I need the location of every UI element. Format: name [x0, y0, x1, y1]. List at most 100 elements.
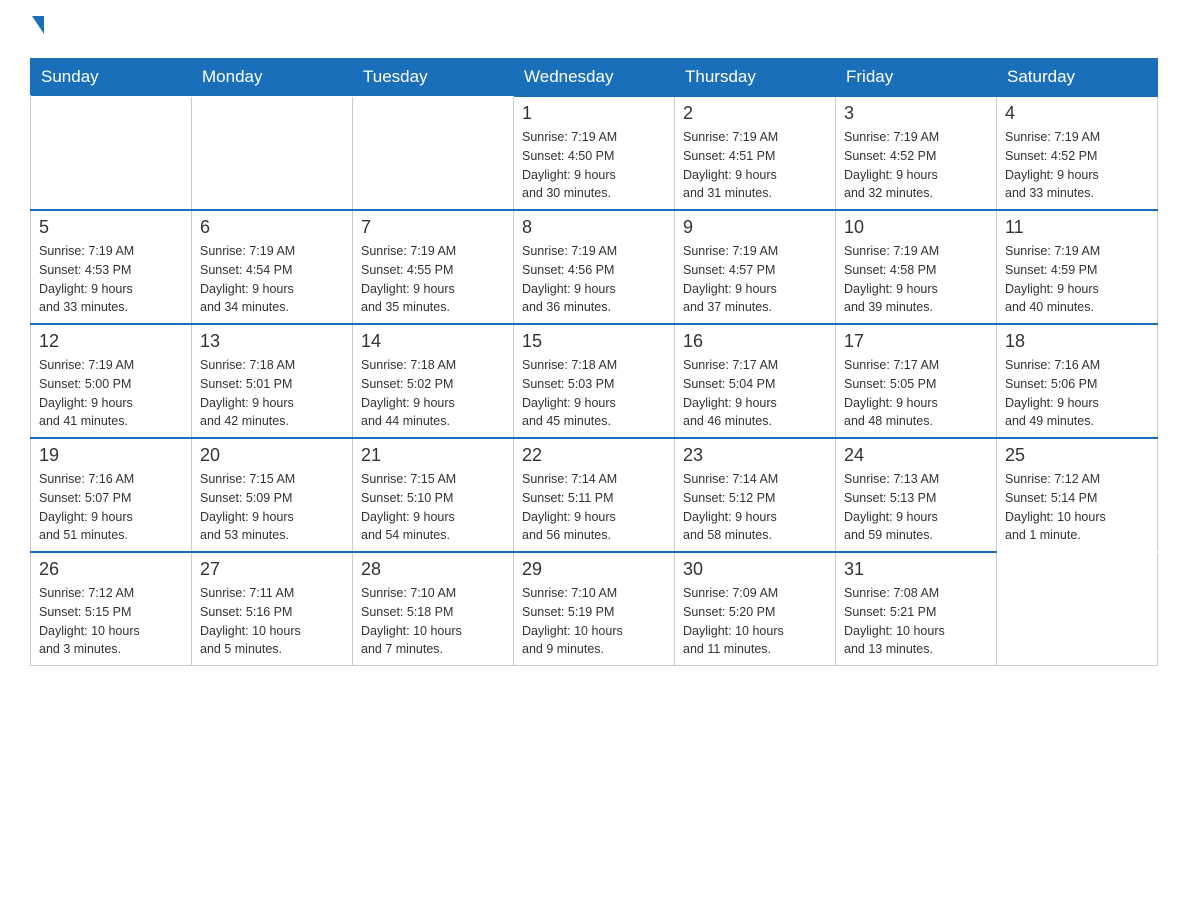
page-header [30, 20, 1158, 38]
day-number: 2 [683, 103, 827, 124]
day-info: Sunrise: 7:08 AMSunset: 5:21 PMDaylight:… [844, 584, 988, 659]
day-info: Sunrise: 7:11 AMSunset: 5:16 PMDaylight:… [200, 584, 344, 659]
day-number: 3 [844, 103, 988, 124]
day-info: Sunrise: 7:14 AMSunset: 5:11 PMDaylight:… [522, 470, 666, 545]
calendar-cell: 5 Sunrise: 7:19 AMSunset: 4:53 PMDaylight… [31, 210, 192, 324]
calendar-cell: 30 Sunrise: 7:09 AMSunset: 5:20 PMDayligh… [675, 552, 836, 666]
day-info: Sunrise: 7:19 AMSunset: 4:52 PMDaylight:… [844, 128, 988, 203]
day-number: 26 [39, 559, 183, 580]
calendar-cell: 15 Sunrise: 7:18 AMSunset: 5:03 PMDayligh… [514, 324, 675, 438]
day-number: 15 [522, 331, 666, 352]
day-info: Sunrise: 7:10 AMSunset: 5:19 PMDaylight:… [522, 584, 666, 659]
day-number: 4 [1005, 103, 1149, 124]
logo [30, 20, 44, 38]
day-of-week-header: Thursday [675, 59, 836, 97]
calendar-cell: 13 Sunrise: 7:18 AMSunset: 5:01 PMDayligh… [192, 324, 353, 438]
calendar-week-row: 26 Sunrise: 7:12 AMSunset: 5:15 PMDayligh… [31, 552, 1158, 666]
day-info: Sunrise: 7:13 AMSunset: 5:13 PMDaylight:… [844, 470, 988, 545]
day-info: Sunrise: 7:18 AMSunset: 5:01 PMDaylight:… [200, 356, 344, 431]
day-info: Sunrise: 7:19 AMSunset: 4:55 PMDaylight:… [361, 242, 505, 317]
day-number: 31 [844, 559, 988, 580]
day-number: 9 [683, 217, 827, 238]
calendar-cell: 9 Sunrise: 7:19 AMSunset: 4:57 PMDaylight… [675, 210, 836, 324]
logo-triangle-icon [32, 16, 44, 34]
calendar-cell: 16 Sunrise: 7:17 AMSunset: 5:04 PMDayligh… [675, 324, 836, 438]
day-number: 16 [683, 331, 827, 352]
day-info: Sunrise: 7:19 AMSunset: 4:58 PMDaylight:… [844, 242, 988, 317]
calendar-cell: 6 Sunrise: 7:19 AMSunset: 4:54 PMDaylight… [192, 210, 353, 324]
day-info: Sunrise: 7:12 AMSunset: 5:14 PMDaylight:… [1005, 470, 1149, 545]
calendar-cell: 28Sunrise: 7:10 AMSunset: 5:18 PMDayligh… [353, 552, 514, 666]
calendar-cell [31, 96, 192, 210]
day-info: Sunrise: 7:19 AMSunset: 4:59 PMDaylight:… [1005, 242, 1149, 317]
calendar-cell: 20 Sunrise: 7:15 AMSunset: 5:09 PMDayligh… [192, 438, 353, 552]
calendar-cell: 4 Sunrise: 7:19 AMSunset: 4:52 PMDaylight… [997, 96, 1158, 210]
day-info: Sunrise: 7:19 AMSunset: 4:53 PMDaylight:… [39, 242, 183, 317]
day-number: 24 [844, 445, 988, 466]
calendar-cell: 23Sunrise: 7:14 AMSunset: 5:12 PMDayligh… [675, 438, 836, 552]
day-info: Sunrise: 7:09 AMSunset: 5:20 PMDaylight:… [683, 584, 827, 659]
day-info: Sunrise: 7:15 AMSunset: 5:10 PMDaylight:… [361, 470, 505, 545]
calendar-cell: 11 Sunrise: 7:19 AMSunset: 4:59 PMDayligh… [997, 210, 1158, 324]
day-info: Sunrise: 7:19 AMSunset: 4:54 PMDaylight:… [200, 242, 344, 317]
day-info: Sunrise: 7:19 AMSunset: 5:00 PMDaylight:… [39, 356, 183, 431]
calendar-week-row: 5 Sunrise: 7:19 AMSunset: 4:53 PMDaylight… [31, 210, 1158, 324]
day-number: 10 [844, 217, 988, 238]
day-number: 27 [200, 559, 344, 580]
calendar-header: SundayMondayTuesdayWednesdayThursdayFrid… [31, 59, 1158, 97]
day-number: 1 [522, 103, 666, 124]
calendar-cell: 27 Sunrise: 7:11 AMSunset: 5:16 PMDayligh… [192, 552, 353, 666]
calendar-cell: 31 Sunrise: 7:08 AMSunset: 5:21 PMDayligh… [836, 552, 997, 666]
calendar-cell: 8 Sunrise: 7:19 AMSunset: 4:56 PMDaylight… [514, 210, 675, 324]
calendar-cell: 21 Sunrise: 7:15 AMSunset: 5:10 PMDayligh… [353, 438, 514, 552]
calendar-cell: 1Sunrise: 7:19 AMSunset: 4:50 PMDaylight… [514, 96, 675, 210]
day-info: Sunrise: 7:15 AMSunset: 5:09 PMDaylight:… [200, 470, 344, 545]
calendar-cell: 18 Sunrise: 7:16 AMSunset: 5:06 PMDayligh… [997, 324, 1158, 438]
calendar-cell: 7Sunrise: 7:19 AMSunset: 4:55 PMDaylight… [353, 210, 514, 324]
calendar-cell: 19Sunrise: 7:16 AMSunset: 5:07 PMDayligh… [31, 438, 192, 552]
day-number: 25 [1005, 445, 1149, 466]
day-number: 30 [683, 559, 827, 580]
day-number: 18 [1005, 331, 1149, 352]
day-number: 21 [361, 445, 505, 466]
calendar-cell: 29Sunrise: 7:10 AMSunset: 5:19 PMDayligh… [514, 552, 675, 666]
calendar-cell: 2 Sunrise: 7:19 AMSunset: 4:51 PMDaylight… [675, 96, 836, 210]
calendar-cell [192, 96, 353, 210]
day-of-week-header: Wednesday [514, 59, 675, 97]
day-number: 6 [200, 217, 344, 238]
calendar-cell: 3 Sunrise: 7:19 AMSunset: 4:52 PMDaylight… [836, 96, 997, 210]
day-number: 14 [361, 331, 505, 352]
day-info: Sunrise: 7:10 AMSunset: 5:18 PMDaylight:… [361, 584, 505, 659]
calendar-week-row: 19Sunrise: 7:16 AMSunset: 5:07 PMDayligh… [31, 438, 1158, 552]
day-number: 17 [844, 331, 988, 352]
calendar-cell: 22Sunrise: 7:14 AMSunset: 5:11 PMDayligh… [514, 438, 675, 552]
calendar-cell: 24 Sunrise: 7:13 AMSunset: 5:13 PMDayligh… [836, 438, 997, 552]
day-info: Sunrise: 7:19 AMSunset: 4:52 PMDaylight:… [1005, 128, 1149, 203]
day-info: Sunrise: 7:19 AMSunset: 4:51 PMDaylight:… [683, 128, 827, 203]
calendar-cell: 25 Sunrise: 7:12 AMSunset: 5:14 PMDayligh… [997, 438, 1158, 552]
day-number: 8 [522, 217, 666, 238]
day-info: Sunrise: 7:16 AMSunset: 5:06 PMDaylight:… [1005, 356, 1149, 431]
calendar-cell: 12 Sunrise: 7:19 AMSunset: 5:00 PMDayligh… [31, 324, 192, 438]
day-number: 11 [1005, 217, 1149, 238]
calendar-table: SundayMondayTuesdayWednesdayThursdayFrid… [30, 58, 1158, 666]
day-number: 20 [200, 445, 344, 466]
day-number: 12 [39, 331, 183, 352]
calendar-cell: 26 Sunrise: 7:12 AMSunset: 5:15 PMDayligh… [31, 552, 192, 666]
day-info: Sunrise: 7:19 AMSunset: 4:57 PMDaylight:… [683, 242, 827, 317]
calendar-cell [997, 552, 1158, 666]
day-number: 13 [200, 331, 344, 352]
day-info: Sunrise: 7:17 AMSunset: 5:04 PMDaylight:… [683, 356, 827, 431]
day-of-week-header: Sunday [31, 59, 192, 97]
day-info: Sunrise: 7:19 AMSunset: 4:56 PMDaylight:… [522, 242, 666, 317]
day-info: Sunrise: 7:17 AMSunset: 5:05 PMDaylight:… [844, 356, 988, 431]
calendar-cell: 10 Sunrise: 7:19 AMSunset: 4:58 PMDayligh… [836, 210, 997, 324]
day-number: 5 [39, 217, 183, 238]
calendar-week-row: 1Sunrise: 7:19 AMSunset: 4:50 PMDaylight… [31, 96, 1158, 210]
day-info: Sunrise: 7:18 AMSunset: 5:03 PMDaylight:… [522, 356, 666, 431]
calendar-week-row: 12 Sunrise: 7:19 AMSunset: 5:00 PMDayligh… [31, 324, 1158, 438]
day-info: Sunrise: 7:14 AMSunset: 5:12 PMDaylight:… [683, 470, 827, 545]
day-info: Sunrise: 7:12 AMSunset: 5:15 PMDaylight:… [39, 584, 183, 659]
calendar-cell: 14Sunrise: 7:18 AMSunset: 5:02 PMDayligh… [353, 324, 514, 438]
day-info: Sunrise: 7:16 AMSunset: 5:07 PMDaylight:… [39, 470, 183, 545]
